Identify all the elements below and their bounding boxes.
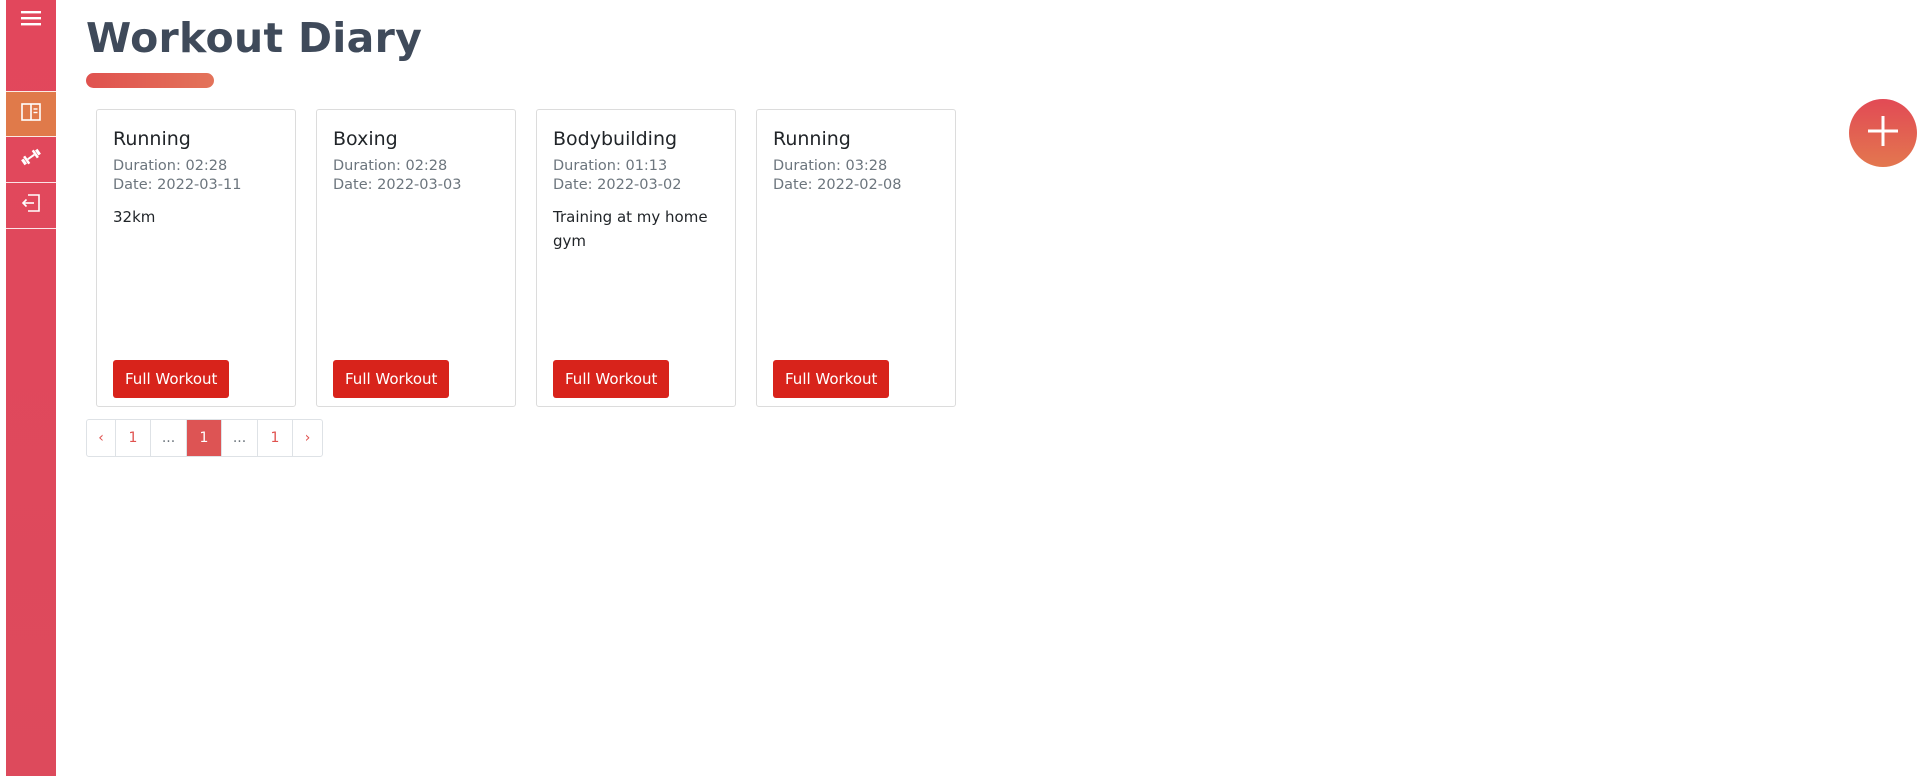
logout-icon: [21, 193, 41, 218]
diary-icon: [21, 102, 41, 126]
pagination: ‹ 1 ... 1 ... 1 ›: [86, 419, 323, 457]
workout-duration: Duration: 02:28: [113, 157, 228, 174]
workout-card: Boxing Duration: 02:28 Date: 2022-03-03 …: [316, 109, 516, 407]
full-workout-button[interactable]: Full Workout: [553, 360, 670, 398]
workout-card: Running Duration: 02:28 Date: 2022-03-11…: [96, 109, 296, 407]
sidebar-item-logout[interactable]: [6, 183, 56, 229]
full-workout-button[interactable]: Full Workout: [773, 360, 890, 398]
pagination-next[interactable]: ›: [293, 420, 322, 456]
workout-title: Boxing: [333, 128, 398, 150]
workout-duration: Duration: 02:28: [333, 157, 448, 174]
workout-date: Date: 2022-03-02: [553, 176, 682, 193]
full-workout-button[interactable]: Full Workout: [333, 360, 450, 398]
workout-duration: Duration: 03:28: [773, 157, 888, 174]
sidebar-item-diary[interactable]: [6, 91, 56, 137]
workout-duration: Duration: 01:13: [553, 157, 668, 174]
workout-note: Training at my home gym: [553, 207, 708, 250]
workout-title: Running: [113, 128, 191, 150]
workout-card: Running Duration: 03:28 Date: 2022-02-08…: [756, 109, 956, 407]
sidebar-item-exercises[interactable]: [6, 137, 56, 183]
workout-date: Date: 2022-03-03: [333, 176, 462, 193]
workout-card: Bodybuilding Duration: 01:13 Date: 2022-…: [536, 109, 736, 407]
pagination-ellipsis-right[interactable]: ...: [222, 420, 258, 456]
sidebar: [6, 0, 56, 776]
plus-icon: [1865, 113, 1901, 154]
pagination-ellipsis-left[interactable]: ...: [151, 420, 187, 456]
workout-note: 32km: [113, 207, 156, 226]
menu-toggle-button[interactable]: [6, 0, 56, 40]
add-workout-button[interactable]: [1849, 99, 1917, 167]
menu-icon: [21, 10, 41, 31]
dumbbell-icon: [20, 148, 42, 171]
pagination-current[interactable]: 1: [187, 420, 222, 456]
pagination-first[interactable]: 1: [116, 420, 151, 456]
full-workout-button[interactable]: Full Workout: [113, 360, 230, 398]
workout-date: Date: 2022-02-08: [773, 176, 902, 193]
workout-date: Date: 2022-03-11: [113, 176, 242, 193]
page-title: Workout Diary: [86, 14, 423, 62]
pagination-prev[interactable]: ‹: [87, 420, 116, 456]
workout-list: Running Duration: 02:28 Date: 2022-03-11…: [96, 109, 976, 407]
title-underline: [86, 73, 214, 88]
workout-title: Bodybuilding: [553, 128, 678, 150]
workout-title: Running: [773, 128, 851, 150]
pagination-last[interactable]: 1: [258, 420, 293, 456]
